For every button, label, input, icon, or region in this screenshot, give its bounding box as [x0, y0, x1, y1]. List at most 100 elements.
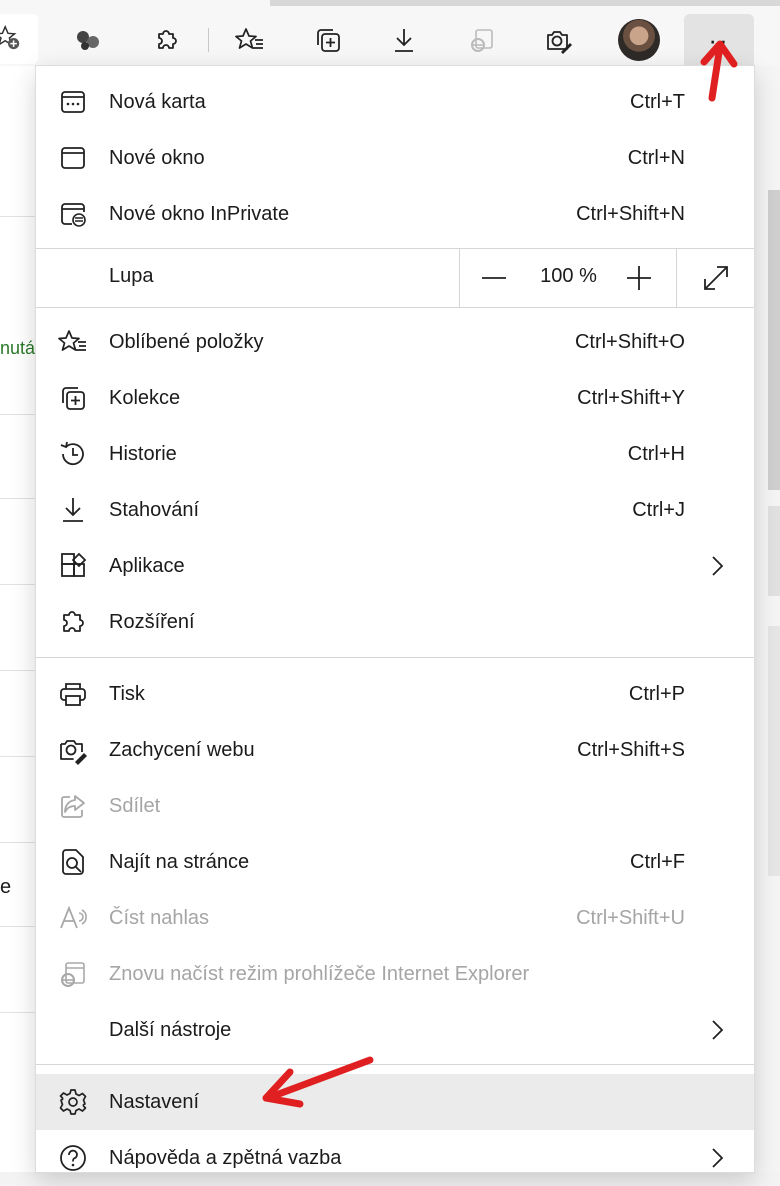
menu-item-extensions[interactable]: Rozšíření: [36, 594, 754, 650]
downloads-icon[interactable]: [382, 14, 426, 66]
address-bar-end[interactable]: [0, 14, 38, 64]
history-icon: [58, 439, 88, 469]
collections-icon[interactable]: [306, 14, 350, 66]
page-content-left: [0, 66, 36, 1172]
menu-item-shortcut: Ctrl+Shift+N: [576, 202, 685, 225]
menu-item-favorites[interactable]: Oblíbené položky Ctrl+Shift+O: [36, 314, 754, 370]
plus-icon: [627, 266, 651, 290]
menu-item-shortcut: Ctrl+J: [632, 498, 685, 521]
menu-item-label: Historie: [109, 442, 177, 465]
favorites-icon: [58, 327, 88, 357]
chevron-right-icon: [712, 556, 724, 576]
menu-item-downloads[interactable]: Stahování Ctrl+J: [36, 482, 754, 538]
menu-item-label: Nové okno InPrivate: [109, 202, 290, 225]
menu-item-inprivate[interactable]: Nové okno InPrivate Ctrl+Shift+N: [36, 186, 754, 242]
find-on-page-icon: [58, 847, 88, 877]
zoom-in-button[interactable]: [621, 260, 657, 296]
menu-item-share: Sdílet: [36, 778, 754, 834]
menu-item-label: Oblíbené položky: [109, 330, 264, 353]
menu-item-label: Nápověda a zpětná vazba: [109, 1146, 342, 1169]
extensions-icon: [58, 607, 88, 637]
tab-strip-edge: [270, 0, 780, 6]
page-partial-text: e: [0, 876, 12, 898]
menu-item-shortcut: Ctrl+H: [627, 442, 685, 465]
minus-icon: [482, 277, 506, 279]
zoom-out-button[interactable]: [476, 260, 512, 296]
menu-item-find[interactable]: Najít na stránce Ctrl+F: [36, 834, 754, 890]
share-icon: [58, 791, 88, 821]
menu-item-shortcut: Ctrl+Shift+O: [574, 330, 685, 353]
fullscreen-button[interactable]: [698, 260, 734, 296]
settings-and-more-menu: Nová karta Ctrl+T Nové okno Ctrl+N Nové …: [36, 66, 754, 1172]
chevron-right-icon: [712, 1020, 724, 1040]
menu-item-help[interactable]: Nápověda a zpětná vazba: [36, 1130, 754, 1186]
new-tab-icon: [58, 87, 88, 117]
menu-item-label: Tisk: [109, 682, 145, 705]
page-content-right: [754, 66, 780, 1172]
menu-item-label: Sdílet: [109, 794, 161, 817]
menu-item-label: Nastavení: [109, 1090, 200, 1113]
web-capture-icon[interactable]: [536, 14, 580, 66]
menu-item-shortcut: Ctrl+P: [628, 682, 685, 705]
menu-item-label: Stahování: [109, 498, 200, 521]
menu-item-new-window[interactable]: Nové okno Ctrl+N: [36, 130, 754, 186]
more-icon: ··: [708, 25, 730, 55]
menu-item-settings[interactable]: Nastavení: [36, 1074, 754, 1130]
menu-item-label: Najít na stránce: [109, 850, 250, 873]
page-partial-text: nutá: [0, 338, 36, 358]
collections-icon: [58, 383, 88, 413]
menu-item-label: Číst nahlas: [109, 906, 210, 929]
menu-item-shortcut: Ctrl+Shift+U: [576, 906, 685, 929]
zoom-value: 100 %: [540, 265, 597, 287]
menu-item-shortcut: Ctrl+Shift+S: [577, 738, 685, 761]
menu-divider: [36, 1064, 754, 1065]
web-capture-icon: [58, 735, 88, 765]
menu-item-shortcut: Ctrl+F: [630, 850, 685, 873]
menu-item-collections[interactable]: Kolekce Ctrl+Shift+Y: [36, 370, 754, 426]
help-icon: [58, 1143, 88, 1173]
more-button[interactable]: ··: [684, 14, 754, 66]
menu-item-ie-reload: Znovu načíst režim prohlížeče Internet E…: [36, 946, 754, 1002]
fullscreen-icon: [704, 266, 728, 290]
menu-item-web-capture[interactable]: Zachycení webu Ctrl+Shift+S: [36, 722, 754, 778]
menu-item-label: Zachycení webu: [109, 738, 255, 761]
gear-icon: [58, 1087, 88, 1117]
menu-item-apps[interactable]: Aplikace: [36, 538, 754, 594]
browser-toolbar: ··: [0, 0, 780, 66]
ie-mode-icon: [58, 959, 88, 989]
zoom-divider: [676, 248, 677, 308]
menu-item-label: Kolekce: [109, 386, 181, 409]
zoom-divider: [459, 248, 460, 308]
zoom-row: Lupa 100 %: [36, 248, 754, 308]
menu-item-shortcut: Ctrl+Shift+Y: [577, 386, 685, 409]
menu-item-new-tab[interactable]: Nová karta Ctrl+T: [36, 74, 754, 130]
chevron-right-icon: [712, 1148, 724, 1168]
printer-icon: [58, 679, 88, 709]
toolbar-divider: [208, 28, 209, 52]
inprivate-icon: [58, 199, 88, 229]
downloads-icon: [58, 495, 88, 525]
menu-divider: [36, 657, 754, 658]
menu-item-shortcut: Ctrl+T: [630, 90, 685, 113]
apps-icon: [58, 551, 88, 581]
menu-item-read-aloud: Číst nahlas Ctrl+Shift+U: [36, 890, 754, 946]
menu-item-label: Aplikace: [109, 554, 185, 577]
menu-item-print[interactable]: Tisk Ctrl+P: [36, 666, 754, 722]
profile-avatar[interactable]: [618, 19, 660, 61]
ie-mode-icon[interactable]: [460, 14, 504, 66]
menu-item-shortcut: Ctrl+N: [627, 146, 685, 169]
menu-item-label: Rozšíření: [109, 610, 195, 633]
menu-item-history[interactable]: Historie Ctrl+H: [36, 426, 754, 482]
menu-item-more-tools[interactable]: Další nástroje: [36, 1002, 754, 1058]
menu-item-label: Znovu načíst režim prohlížeče Internet E…: [109, 962, 530, 985]
zoom-label: Lupa: [109, 265, 154, 287]
new-window-icon: [58, 143, 88, 173]
extensions-icon[interactable]: [144, 14, 188, 66]
molecule-icon[interactable]: [66, 14, 110, 66]
menu-item-label: Další nástroje: [109, 1018, 232, 1041]
read-aloud-icon: [58, 903, 88, 933]
menu-item-label: Nová karta: [109, 90, 206, 113]
favorites-icon[interactable]: [228, 14, 272, 66]
menu-divider: [36, 307, 754, 308]
add-favorite-icon[interactable]: [0, 24, 22, 52]
